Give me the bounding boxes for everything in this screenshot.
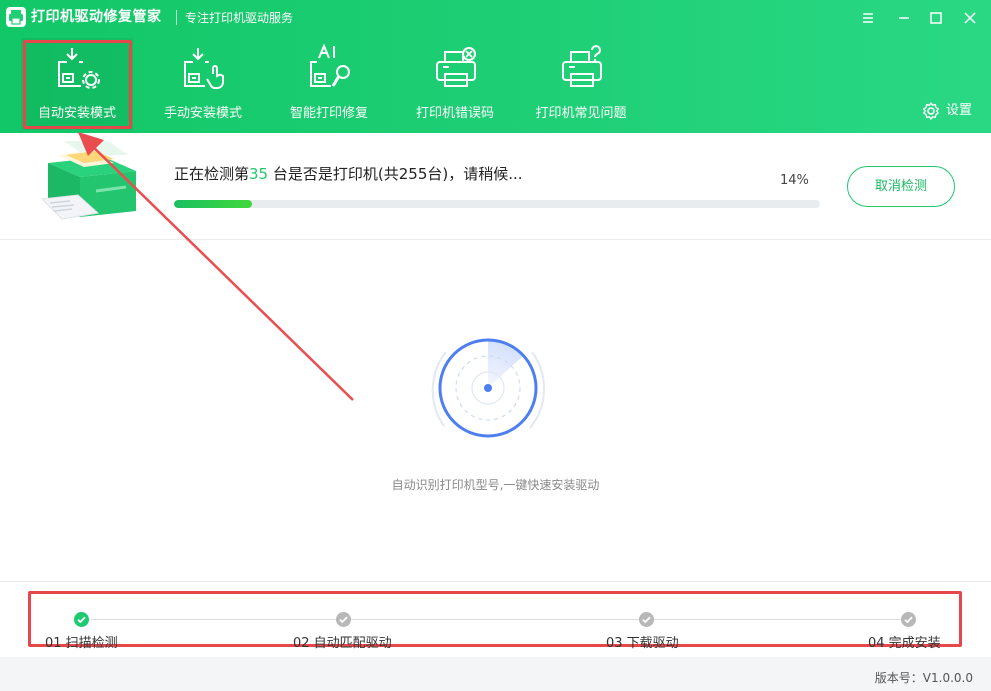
app-logo-icon (6, 7, 26, 27)
step-label-match-driver: 02 自动匹配驱动 (293, 636, 392, 651)
ai-repair-icon (310, 44, 350, 87)
menu-icon (863, 13, 873, 23)
active-nav-highlight (23, 40, 132, 129)
printer-illustration-icon (40, 141, 136, 220)
nav-item-printer-faq[interactable]: 打印机常见问题 (525, 38, 637, 130)
nav-label: 手动安装模式 (163, 106, 242, 121)
title-bar: 打印机驱动修复管家 专注打印机驱动服务 (0, 0, 991, 36)
auto-detect-hint: 自动识别打印机型号,一键快速安装驱动 (391, 478, 600, 492)
version-label: 版本号：V1.0.0.0 (874, 671, 973, 685)
nav-label: 打印机错误码 (415, 106, 494, 121)
printer-faq-icon (562, 45, 602, 87)
progress-bar (174, 200, 820, 208)
progress-text-suffix: 台是否是打印机(共255台)，请稍候... (268, 165, 523, 183)
step-connector (351, 619, 639, 620)
progress-current-count: 35 (249, 165, 269, 183)
minimize-icon (899, 17, 909, 19)
settings-button[interactable]: 设置 (921, 101, 981, 121)
step-connector (91, 619, 336, 620)
step-label-scan: 01 扫描检测 (45, 636, 118, 651)
gear-icon (923, 102, 939, 120)
app-subtitle: 专注打印机驱动服务 (185, 11, 294, 25)
maximize-icon (930, 12, 942, 24)
footer: 版本号：V1.0.0.0 (0, 657, 991, 691)
step-connector (653, 619, 915, 620)
progress-section: 正在检测第35 台是否是打印机(共255台)，请稍候... 14% 取消检测 (0, 133, 991, 240)
nav-item-manual-install[interactable]: 手动安装模式 (147, 38, 259, 130)
progress-status-text: 正在检测第35 台是否是打印机(共255台)，请稍候... (174, 164, 523, 184)
steps-highlight-box: 01 扫描检测 02 自动匹配驱动 03 下载驱动 04 完成安装 (28, 591, 962, 651)
manual-install-icon (184, 48, 224, 89)
progress-percent: 14% (780, 173, 809, 188)
step-pending-check-icon (901, 612, 916, 627)
settings-label: 设置 (946, 103, 973, 118)
progress-bar-fill (174, 200, 252, 208)
step-label-download-driver: 03 下载驱动 (606, 636, 679, 651)
app-title: 打印机驱动修复管家 (31, 9, 162, 25)
cancel-detection-button[interactable]: 取消检测 (847, 166, 955, 207)
nav-label: 打印机常见问题 (535, 106, 627, 121)
maximize-button[interactable] (926, 8, 946, 28)
nav-item-ai-repair[interactable]: 智能打印修复 (273, 38, 385, 130)
progress-text-prefix: 正在检测第 (174, 165, 250, 183)
app-window: 打印机驱动修复管家 专注打印机驱动服务 自动安装模式 手动安装模式 智能打印修复… (0, 0, 991, 691)
header: 打印机驱动修复管家 专注打印机驱动服务 自动安装模式 手动安装模式 智能打印修复… (0, 0, 991, 133)
title-separator (176, 10, 177, 25)
install-steps: 01 扫描检测 02 自动匹配驱动 03 下载驱动 04 完成安装 (0, 581, 991, 657)
step-label-complete-install: 04 完成安装 (868, 636, 941, 651)
nav-label: 智能打印修复 (289, 106, 368, 121)
minimize-button[interactable] (894, 8, 914, 28)
close-icon (964, 12, 976, 24)
printer-error-icon (436, 47, 476, 87)
nav-item-printer-error[interactable]: 打印机错误码 (399, 38, 511, 130)
step-pending-check-icon (639, 612, 654, 627)
step-done-check-icon (74, 612, 89, 627)
step-pending-check-icon (336, 612, 351, 627)
radar-scan-icon (431, 338, 546, 438)
menu-button[interactable] (858, 8, 878, 28)
close-button[interactable] (960, 8, 980, 28)
